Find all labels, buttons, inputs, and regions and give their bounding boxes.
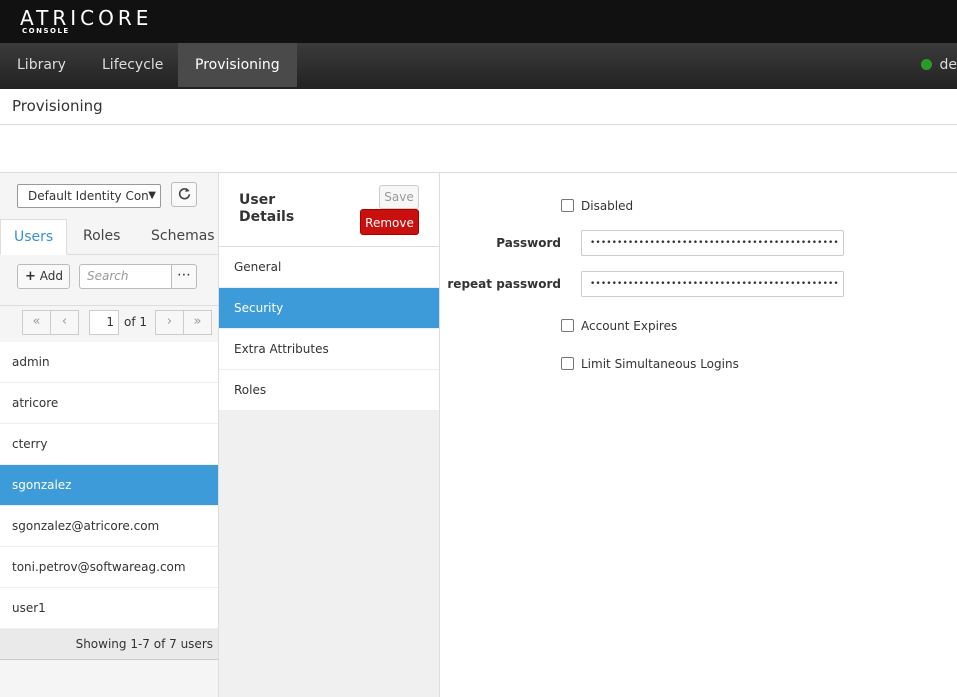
refresh-button[interactable] bbox=[171, 182, 197, 207]
chevron-left-icon: ‹ bbox=[61, 314, 68, 329]
atricore-logo[interactable]: ATRICORE CONSOLE bbox=[20, 6, 153, 35]
menu-item-roles[interactable]: Roles bbox=[219, 370, 439, 411]
disabled-checkbox[interactable] bbox=[561, 199, 574, 212]
details-menu: General Security Extra Attributes Roles bbox=[219, 247, 439, 411]
list-item[interactable]: user1 bbox=[0, 588, 218, 629]
security-form: Disabled Password ••••••••••••••••••••••… bbox=[440, 172, 957, 697]
disabled-option: Disabled bbox=[561, 196, 633, 216]
list-item[interactable]: atricore bbox=[0, 383, 218, 424]
menu-item-extra-attributes[interactable]: Extra Attributes bbox=[219, 329, 439, 370]
password-label: Password bbox=[496, 236, 561, 250]
account-expires-option: Account Expires bbox=[561, 316, 677, 336]
tab-roles[interactable]: Roles bbox=[83, 219, 120, 255]
user-menu[interactable]: de bbox=[920, 43, 957, 87]
first-page-button[interactable]: « bbox=[22, 310, 51, 335]
prev-page-button[interactable]: ‹ bbox=[50, 310, 79, 335]
list-item[interactable]: toni.petrov@softwareag.com bbox=[0, 547, 218, 588]
plus-icon: + bbox=[25, 269, 36, 284]
chevron-right-icon: › bbox=[166, 314, 173, 329]
users-panel: Default Identity Con ▼ Users Roles Schem… bbox=[0, 172, 218, 697]
account-expires-label: Account Expires bbox=[581, 319, 678, 333]
search-input[interactable]: Search bbox=[79, 264, 172, 289]
users-tabs: Users Roles Schemas bbox=[0, 219, 218, 255]
list-item[interactable]: sgonzalez@atricore.com bbox=[0, 506, 218, 547]
list-item-selected[interactable]: sgonzalez bbox=[0, 465, 218, 506]
list-item[interactable]: cterry bbox=[0, 424, 218, 465]
pagination: « ‹ 1 of 1 › » bbox=[0, 305, 218, 341]
add-label: Add bbox=[39, 269, 63, 283]
list-footer-count: Showing 1-7 of 7 users bbox=[0, 629, 218, 660]
repeat-password-label: repeat password bbox=[447, 277, 561, 291]
menu-item-general[interactable]: General bbox=[219, 247, 439, 288]
identity-source-select[interactable]: Default Identity Con ▼ bbox=[17, 184, 161, 208]
more-options-button[interactable]: ⋯ bbox=[171, 264, 197, 289]
limit-logins-label: Limit Simultaneous Logins bbox=[581, 357, 739, 371]
nav-library[interactable]: Library bbox=[0, 43, 83, 87]
last-page-button[interactable]: » bbox=[183, 310, 212, 335]
details-title: User Details bbox=[239, 192, 295, 225]
online-status-icon bbox=[920, 59, 932, 70]
tab-users[interactable]: Users bbox=[0, 219, 67, 255]
details-header: User Details Save Remove bbox=[219, 173, 439, 247]
list-item[interactable]: admin bbox=[0, 342, 218, 383]
double-chevron-left-icon: « bbox=[32, 314, 41, 329]
repeat-password-field[interactable]: ••••••••••••••••••••••••••••••••••••••••… bbox=[581, 271, 844, 297]
next-page-button[interactable]: › bbox=[155, 310, 184, 335]
account-expires-checkbox[interactable] bbox=[561, 319, 574, 332]
logo-main-text: ATRICORE bbox=[20, 6, 153, 30]
chevron-down-icon: ▼ bbox=[148, 190, 156, 201]
main-nav: Library Lifecycle Provisioning de bbox=[0, 43, 957, 89]
ellipsis-icon: ⋯ bbox=[177, 267, 191, 283]
user-details-panel: User Details Save Remove General Securit… bbox=[218, 172, 440, 697]
page-title: Provisioning bbox=[12, 97, 103, 115]
password-field[interactable]: ••••••••••••••••••••••••••••••••••••••••… bbox=[581, 230, 844, 256]
user-list: admin atricore cterry sgonzalez sgonzale… bbox=[0, 342, 218, 629]
add-user-button[interactable]: + Add bbox=[17, 264, 70, 289]
remove-button[interactable]: Remove bbox=[360, 209, 419, 235]
limit-logins-checkbox[interactable] bbox=[561, 357, 574, 370]
save-button[interactable]: Save bbox=[379, 185, 419, 209]
disabled-label: Disabled bbox=[581, 199, 634, 213]
user-name: de bbox=[939, 57, 957, 73]
menu-item-security[interactable]: Security bbox=[219, 288, 439, 329]
double-chevron-right-icon: » bbox=[193, 314, 202, 329]
page-number-input[interactable]: 1 bbox=[89, 310, 119, 335]
page-count-label: of 1 bbox=[124, 315, 148, 329]
refresh-icon bbox=[178, 187, 190, 200]
tab-schemas[interactable]: Schemas bbox=[151, 219, 215, 255]
identity-source-value: Default Identity Con bbox=[28, 189, 149, 203]
page-title-bar: Provisioning bbox=[0, 89, 957, 125]
nav-lifecycle[interactable]: Lifecycle bbox=[85, 43, 180, 87]
nav-provisioning[interactable]: Provisioning bbox=[178, 43, 297, 87]
top-header: ATRICORE CONSOLE bbox=[0, 0, 957, 43]
limit-logins-option: Limit Simultaneous Logins bbox=[561, 354, 739, 374]
